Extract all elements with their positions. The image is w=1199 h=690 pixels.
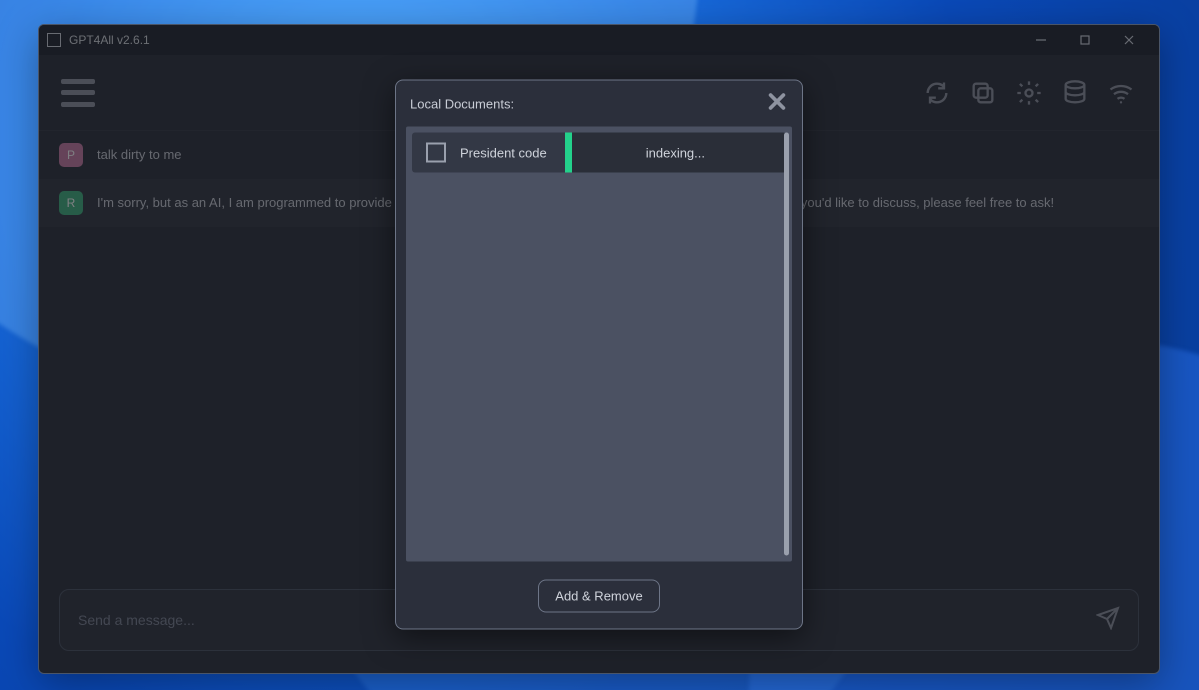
documents-list: President code indexing... bbox=[406, 127, 792, 562]
modal-title: Local Documents: bbox=[410, 96, 514, 111]
app-window: GPT4All v2.6.1 bbox=[38, 24, 1160, 674]
document-status-text: indexing... bbox=[646, 145, 705, 160]
indexing-progress-bar bbox=[565, 133, 572, 173]
document-row[interactable]: President code indexing... bbox=[412, 133, 786, 173]
documents-scrollbar[interactable] bbox=[784, 133, 789, 556]
local-documents-modal: Local Documents: President code indexing… bbox=[395, 80, 803, 630]
add-remove-button[interactable]: Add & Remove bbox=[538, 580, 659, 613]
document-name: President code bbox=[460, 145, 561, 160]
modal-close-button[interactable] bbox=[766, 91, 788, 117]
document-checkbox[interactable] bbox=[426, 143, 446, 163]
document-status-area: indexing... bbox=[565, 133, 786, 173]
